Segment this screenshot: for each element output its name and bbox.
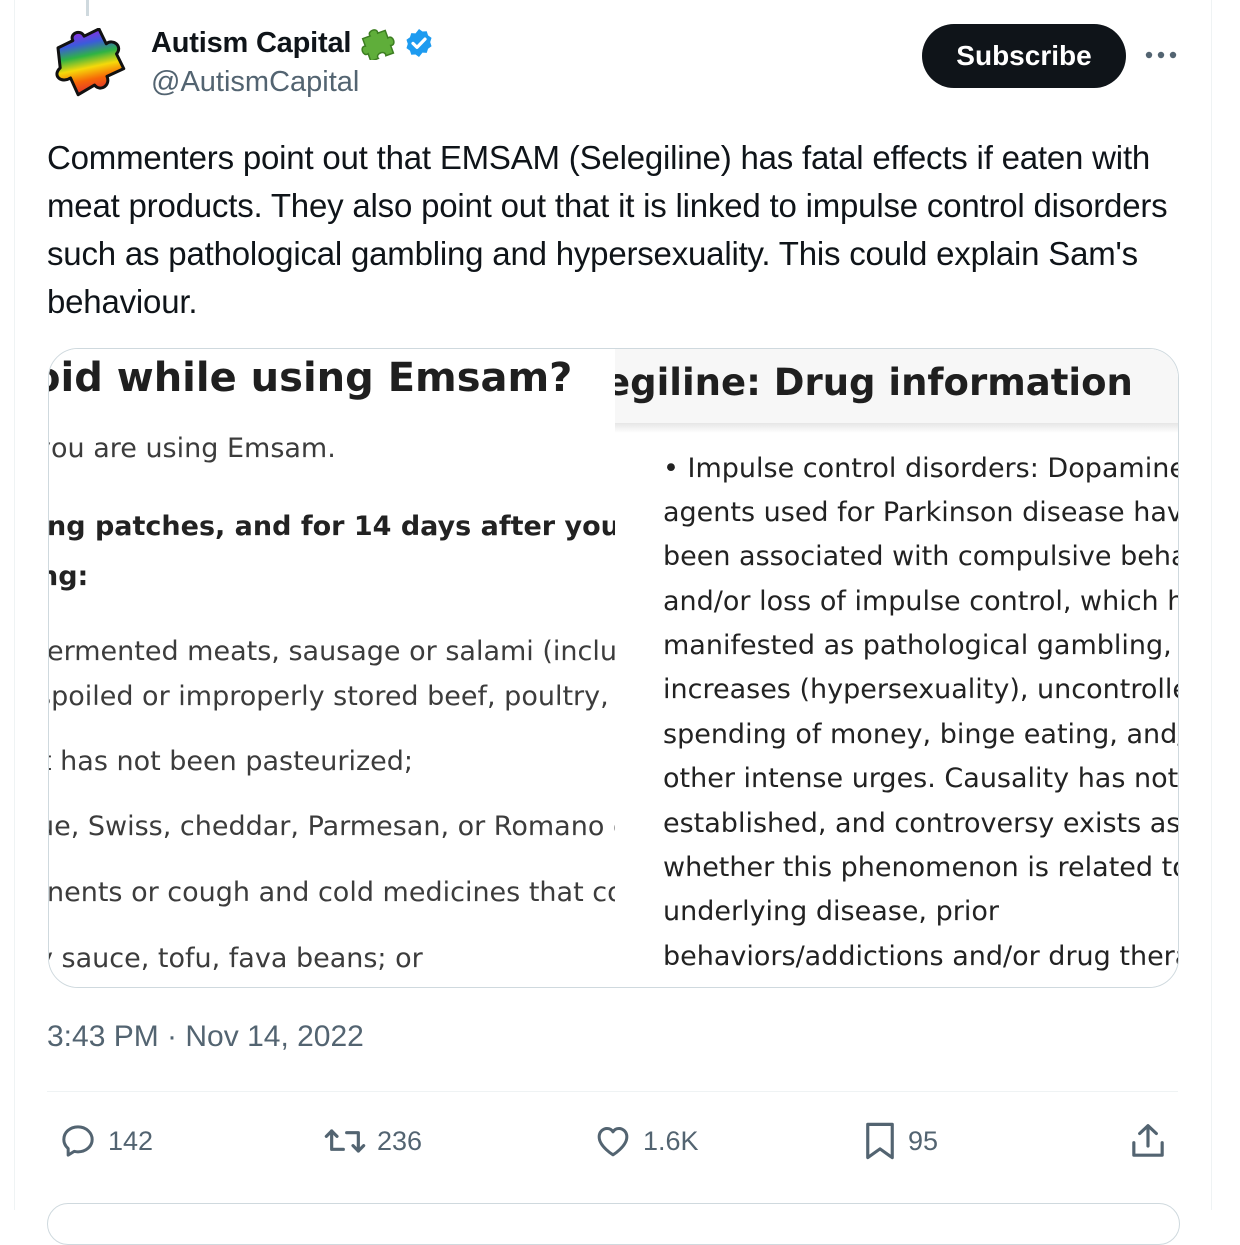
media-image-left[interactable]: oid while using Emsam? you are using Ems… [49,349,615,987]
right-image-line: underlying disease, prior [663,896,999,927]
reply-button[interactable]: 142 [58,1118,153,1164]
card-border [14,0,15,1210]
tweet-timestamp[interactable]: 3:43 PM · Nov 14, 2022 [47,1020,364,1054]
left-image-line: ue, Swiss, cheddar, Parmesan, or Romano … [49,811,615,842]
author-name[interactable]: Autism Capital [151,27,351,60]
right-image-line: been associated with compulsive behavi [663,541,1178,572]
like-count: 1.6K [643,1125,699,1156]
bookmark-button[interactable]: 95 [862,1118,938,1164]
avatar[interactable] [48,27,128,100]
like-button[interactable]: 1.6K [593,1118,699,1164]
tweet-media[interactable]: oid while using Emsam? you are using Ems… [48,348,1179,988]
right-image-line: behaviors/addictions and/or drug therap [663,941,1178,972]
divider [47,1091,1178,1092]
right-image-line: agents used for Parkinson disease have [663,497,1178,528]
right-image-line: whether this phenomenon is related to t [663,852,1178,883]
left-image-line: y sauce, tofu, fava beans; or [49,943,423,974]
left-image-line: ermented meats, sausage or salami (inclu… [49,636,615,667]
right-image-title: egiline: Drug information [615,361,1133,404]
share-icon [1132,1124,1164,1157]
puzzle-badge-icon [361,29,395,60]
reply-icon [62,1125,94,1157]
left-image-line: spoiled or improperly stored beef, poult… [49,681,615,712]
more-dots-icon [1145,51,1177,59]
right-image-line: spending of money, binge eating, and/or [663,719,1178,750]
heart-icon [597,1127,629,1157]
bookmark-icon [866,1122,894,1160]
left-image-line: ng patches, and for 14 days after you st… [49,511,615,542]
media-image-right[interactable]: egiline: Drug information • Impulse cont… [615,349,1178,987]
reply-composer-card[interactable] [47,1203,1180,1245]
thread-connector-line [86,0,89,16]
left-image-line: nents or cough and cold medicines that c… [49,877,615,908]
rainbow-puzzle-icon [55,27,126,97]
reply-count: 142 [108,1125,154,1156]
left-image-title: oid while using Emsam? [49,355,573,401]
share-button[interactable] [1128,1118,1168,1164]
right-image-header-shadow [615,423,1178,433]
left-image-line: you are using Emsam. [49,433,336,464]
right-image-line: other intense urges. Causality has not b… [663,763,1178,794]
repost-count: 236 [377,1125,423,1156]
tweet-text: Commenters point out that EMSAM (Selegil… [47,139,1168,320]
left-image-line: ng: [49,561,89,592]
right-image-line: increases (hypersexuality), uncontrolled [663,674,1178,705]
right-image-line: established, and controversy exists as t… [663,808,1178,839]
bookmark-count: 95 [908,1125,939,1156]
verified-badge-icon [406,29,432,57]
repost-button[interactable]: 236 [323,1118,422,1164]
subscribe-button[interactable]: Subscribe [922,24,1126,88]
repost-icon [324,1129,366,1153]
card-border [1211,0,1212,1210]
left-image-line: t has not been pasteurized; [49,746,414,777]
right-image-line: manifested as pathological gambling, lib [663,630,1178,661]
right-image-line: and/or loss of impulse control, which ha… [663,586,1178,617]
author-handle[interactable]: @AutismCapital [151,66,359,99]
right-image-line: • Impulse control disorders: Dopaminerg [663,453,1178,484]
more-options-button[interactable] [1142,40,1180,70]
author-name-row[interactable]: Autism Capital [151,26,435,60]
